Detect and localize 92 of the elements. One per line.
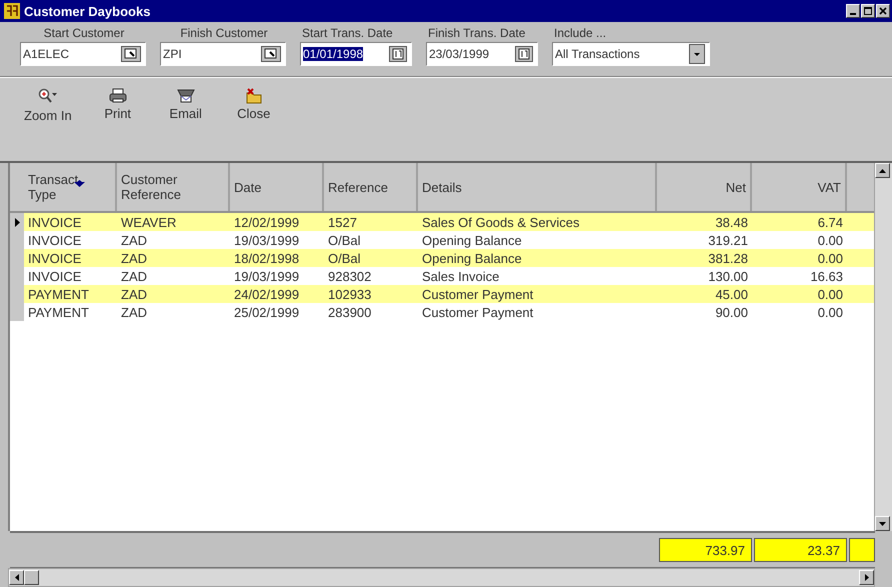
table-cell-text: Sales Of Goods & Services [421,214,581,230]
table-cell-text: ZAD [120,286,148,302]
table-cell-text: PAYMENT [27,304,90,320]
table-cell-text: 0.00 [816,250,844,266]
field-label: Finish Trans. Date [427,25,526,42]
close-button[interactable]: Close [228,86,280,123]
input-field[interactable]: ZPI [160,42,286,66]
column-header[interactable]: Details [418,163,657,211]
table-row[interactable]: PAYMENT ZAD 24/02/1999 102933 Customer Payment 45.00 0.00 [10,285,874,303]
lookup-icon[interactable] [121,46,141,62]
horizontal-scrollbar[interactable] [8,568,875,587]
table-cell-text: 25/02/1999 [233,304,300,320]
table-cell-text: 19/03/1999 [233,268,300,284]
field-label: Finish Customer [179,25,269,42]
table-cell-text: O/Bal [327,232,362,248]
field-label: Include ... [553,25,608,42]
table-cell-text: Opening Balance [421,232,523,248]
input-field[interactable]: 01/01/1998 [300,42,412,66]
zoom-in-button[interactable]: Zoom In [20,86,76,125]
window-title: Customer Daybooks [24,4,152,18]
scroll-up-icon[interactable] [879,168,886,172]
column-header[interactable]: Net [657,163,752,211]
table-cell-text: Opening Balance [421,250,523,266]
total-cell: 733.97 [659,538,752,562]
table-cell-text: WEAVER [120,214,178,230]
field-label: Start Customer [42,25,126,42]
field-label: Start Trans. Date [301,25,394,42]
table-cell-text: 1527 [327,214,358,230]
table-cell-text: O/Bal [327,250,362,266]
table-row[interactable]: INVOICE ZAD 19/03/1999 O/Bal Opening Balance 319.21 0.00 [10,231,874,249]
table-cell-text: Customer Payment [421,304,534,320]
table-cell-text: 381.28 [707,250,749,266]
email-button[interactable]: Email [160,86,212,123]
table-cell-text: 283900 [327,304,372,320]
scroll-down-icon[interactable] [879,522,886,526]
scroll-left-icon[interactable] [14,574,18,581]
row-selector[interactable] [10,213,24,231]
input-field[interactable]: A1ELEC [20,42,146,66]
table-cell-text: 928302 [327,268,372,284]
table-row[interactable]: PAYMENT ZAD 25/02/1999 283900 Customer Payment 90.00 0.00 [10,303,874,321]
column-header[interactable]: Customer Reference [117,163,230,211]
total-cell: 23.37 [754,538,847,562]
table-cell-text: 24/02/1999 [233,286,300,302]
calendar-icon[interactable] [515,46,533,62]
column-header[interactable]: Transact Type [24,163,117,211]
table-cell-text: INVOICE [27,232,82,248]
column-header[interactable]: Date [230,163,324,211]
table-cell-text: 319.21 [707,232,749,248]
total-cell [849,538,875,562]
close-icon[interactable] [876,4,890,18]
table-cell-text: 45.00 [714,286,749,302]
table-cell-text: 0.00 [816,286,844,302]
column-header[interactable]: VAT [752,163,847,211]
table-cell-text: 19/03/1999 [233,232,300,248]
lookup-icon[interactable] [261,46,281,62]
table-cell-text: 0.00 [816,232,844,248]
maximize-icon[interactable] [861,4,875,18]
table-row[interactable]: INVOICE ZAD 19/03/1999 928302 Sales Invoice 130.00 16.63 [10,267,874,285]
table-cell-text: 16.63 [809,268,844,284]
table-row[interactable]: INVOICE WEAVER 12/02/1999 1527 Sales Of Goods & Services 38.48 6.74 [10,213,874,231]
table-cell-text: 130.00 [707,268,749,284]
dropdown-field[interactable]: All Transactions [552,42,710,66]
scroll-thumb[interactable] [24,570,39,585]
app-icon [4,3,20,19]
table-cell-text: 18/02/1998 [233,250,300,266]
scroll-right-icon[interactable] [864,574,868,581]
table-cell-text: 90.00 [714,304,749,320]
vertical-scrollbar[interactable] [874,163,892,531]
print-button[interactable]: Print [92,86,144,123]
calendar-icon[interactable] [389,46,407,62]
table-cell-text: 102933 [327,286,372,302]
table-cell-text: ZAD [120,304,148,320]
input-field[interactable]: 23/03/1999 [426,42,538,66]
table-cell-text: INVOICE [27,214,82,230]
folder-icon [244,88,263,104]
table-cell-text: Sales Invoice [421,268,500,284]
table-cell-text: ZAD [120,232,148,248]
table-cell-text: 12/02/1999 [233,214,300,230]
table-cell-text: 38.48 [714,214,749,230]
table-cell-text: PAYMENT [27,286,90,302]
table-cell-text: Customer Payment [421,286,534,302]
table-row[interactable]: INVOICE ZAD 18/02/1998 O/Bal Opening Balance 381.28 0.00 [10,249,874,267]
printer-icon [108,88,127,104]
email-icon [176,88,195,104]
table-cell-text: INVOICE [27,250,82,266]
minimize-icon[interactable] [846,4,860,18]
table-cell-text: 6.74 [816,214,844,230]
table-cell-text: INVOICE [27,268,82,284]
table-cell-text: 0.00 [816,304,844,320]
column-header[interactable]: Reference [324,163,418,211]
table-cell-text: ZAD [120,268,148,284]
table-cell-text: ZAD [120,250,148,266]
